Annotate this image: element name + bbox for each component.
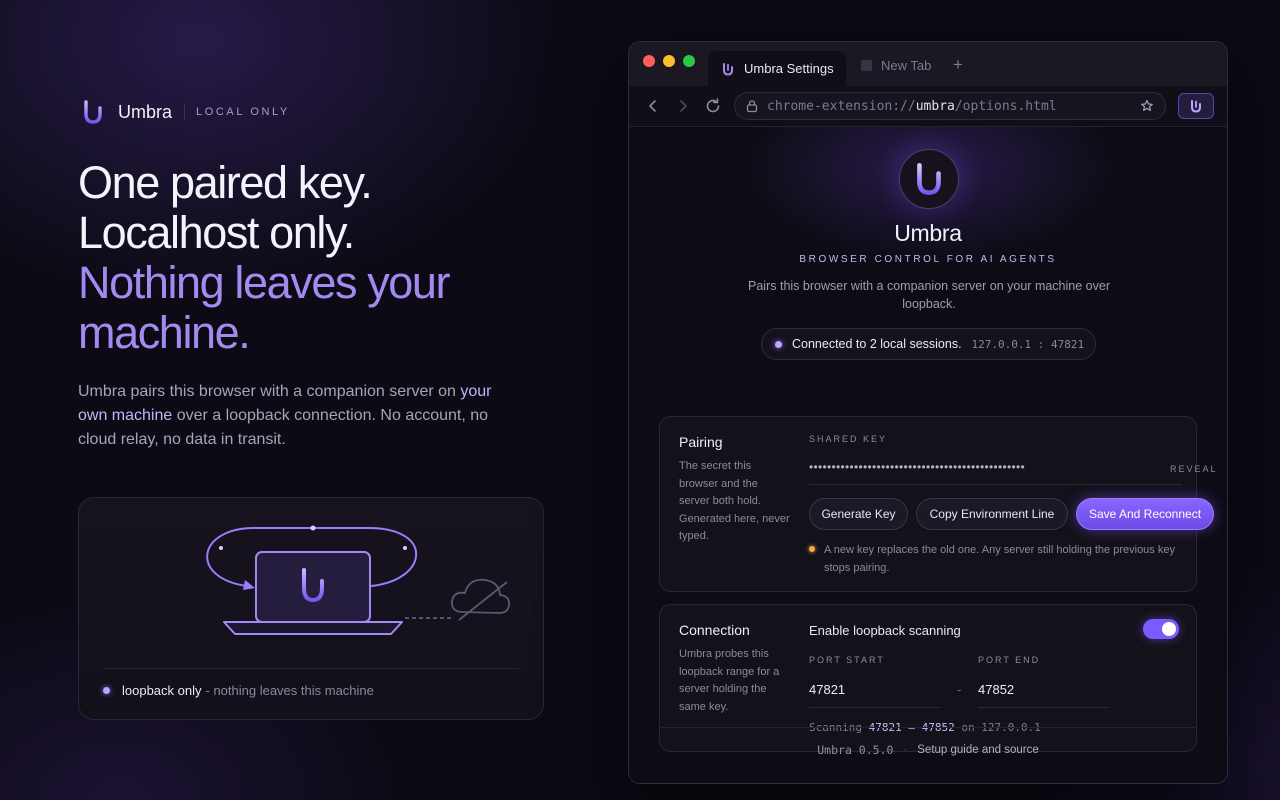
pairing-description: The secret this browser and the server b… (679, 460, 790, 542)
tab-label: Umbra Settings (744, 61, 834, 76)
illustration-divider (103, 668, 519, 669)
caption-strong: loopback only (122, 683, 202, 698)
loopback-scanning-toggle[interactable] (1143, 619, 1179, 639)
brand-divider (184, 104, 186, 120)
status-dot (103, 687, 110, 694)
port-range-separator: - (957, 682, 962, 697)
key-underline (809, 484, 1182, 485)
connection-title: Connection (679, 622, 750, 638)
laptop-icon (223, 551, 403, 635)
star-icon[interactable] (1140, 99, 1154, 113)
pairing-title: Pairing (679, 434, 723, 450)
generate-key-button[interactable]: Generate Key (809, 498, 908, 530)
options-page: Umbra BROWSER CONTROL FOR AI AGENTS Pair… (629, 127, 1227, 783)
illustration-caption: loopback only - nothing leaves this mach… (103, 683, 374, 698)
umbra-logo (899, 149, 959, 209)
setup-guide-link[interactable]: Setup guide and source (917, 744, 1038, 756)
page-subtitle: BROWSER CONTROL FOR AI AGENTS (799, 254, 1057, 265)
url-scheme: chrome-extension:// (767, 98, 916, 114)
cloud-off-icon (451, 578, 510, 621)
forward-icon[interactable] (673, 96, 693, 116)
lede-text: Umbra pairs this browser with a companio… (78, 383, 461, 400)
back-icon[interactable] (643, 96, 663, 116)
reveal-button[interactable]: REVEAL (1170, 464, 1218, 474)
key-warning: A new key replaces the old one. Any serv… (809, 541, 1204, 577)
brand-tag: LOCAL ONLY (196, 106, 290, 118)
headline-line-2: Localhost only. (78, 207, 355, 258)
port-end-underline (978, 707, 1109, 708)
minimize-window-button[interactable] (663, 55, 675, 67)
url-path: /options.html (954, 98, 1057, 114)
loopback-illustration (206, 525, 510, 635)
tab-new-tab[interactable]: New Tab (861, 58, 931, 73)
save-and-reconnect-button[interactable]: Save And Reconnect (1076, 498, 1214, 530)
page-footer: Umbra 0.5.0 · Setup guide and source (629, 743, 1227, 757)
shared-key-field[interactable]: ••••••••••••••••••••••••••••••••••••••••… (809, 460, 1159, 474)
close-window-button[interactable] (643, 55, 655, 67)
headline-line-3: Nothing leaves your machine. (78, 257, 451, 358)
umbra-logo-icon (84, 100, 102, 124)
umbra-logo-icon (917, 163, 941, 195)
url-host: umbra (915, 98, 955, 114)
reload-icon[interactable] (703, 96, 723, 116)
toggle-knob (1162, 622, 1176, 636)
browser-window: Umbra Settings New Tab + chrome-extensio… (628, 41, 1228, 784)
zoom-window-button[interactable] (683, 55, 695, 67)
page-description: Pairs this browser with a companion serv… (748, 279, 1110, 311)
tab-strip: Umbra Settings New Tab + (629, 42, 1227, 86)
version-label: Umbra 0.5.0 (817, 743, 894, 757)
loop-arrow (243, 580, 255, 590)
headline: One paired key. Localhost only. Nothing … (78, 158, 558, 358)
shared-key-label: SHARED KEY (809, 434, 888, 444)
page-favicon-icon (861, 60, 872, 71)
copy-environment-line-button[interactable]: Copy Environment Line (916, 498, 1068, 530)
address-bar[interactable]: chrome-extension://umbra/options.html (734, 92, 1166, 120)
umbra-favicon-icon (723, 62, 733, 76)
new-tab-button[interactable]: + (953, 55, 963, 75)
umbra-extension-button[interactable] (1178, 93, 1214, 119)
caption-rest: - nothing leaves this machine (205, 683, 374, 698)
brand-name: Umbra (118, 101, 173, 122)
warning-dot (809, 546, 815, 552)
footer-separator: · (903, 744, 908, 756)
umbra-logo-icon (1191, 100, 1201, 113)
port-end-label: PORT END (978, 655, 1041, 665)
warning-text: A new key replaces the old one. Any serv… (824, 544, 1175, 574)
page-title: Umbra (894, 220, 962, 246)
lede: Umbra pairs this browser with a companio… (78, 380, 498, 452)
footer-divider (659, 727, 1197, 728)
connection-status: Connected to 2 local sessions. 127.0.0.1… (761, 328, 1096, 360)
illustration-card: loopback only - nothing leaves this mach… (78, 497, 544, 720)
port-start-label: PORT START (809, 655, 885, 665)
connection-panel: Connection Umbra probes this loopback ra… (659, 604, 1197, 752)
port-start-underline (809, 707, 940, 708)
loopback-scanning-label: Enable loopback scanning (809, 623, 961, 638)
status-address: 127.0.0.1 : 47821 (971, 337, 1085, 351)
tab-label: New Tab (881, 58, 932, 73)
tab-umbra-settings[interactable]: Umbra Settings (708, 51, 846, 86)
brand: Umbra LOCAL ONLY (82, 98, 290, 126)
headline-line-1: One paired key. (78, 157, 373, 208)
status-text: Connected to 2 local sessions. (792, 337, 962, 351)
pairing-panel: Pairing The secret this browser and the … (659, 416, 1216, 592)
lock-icon (746, 100, 758, 113)
port-start-input[interactable]: 47821 (809, 682, 845, 697)
status-dot (775, 340, 782, 348)
port-end-input[interactable]: 47852 (978, 682, 1014, 697)
browser-toolbar: chrome-extension://umbra/options.html (629, 86, 1227, 127)
connection-description: Umbra probes this loopback range for a s… (679, 648, 780, 713)
